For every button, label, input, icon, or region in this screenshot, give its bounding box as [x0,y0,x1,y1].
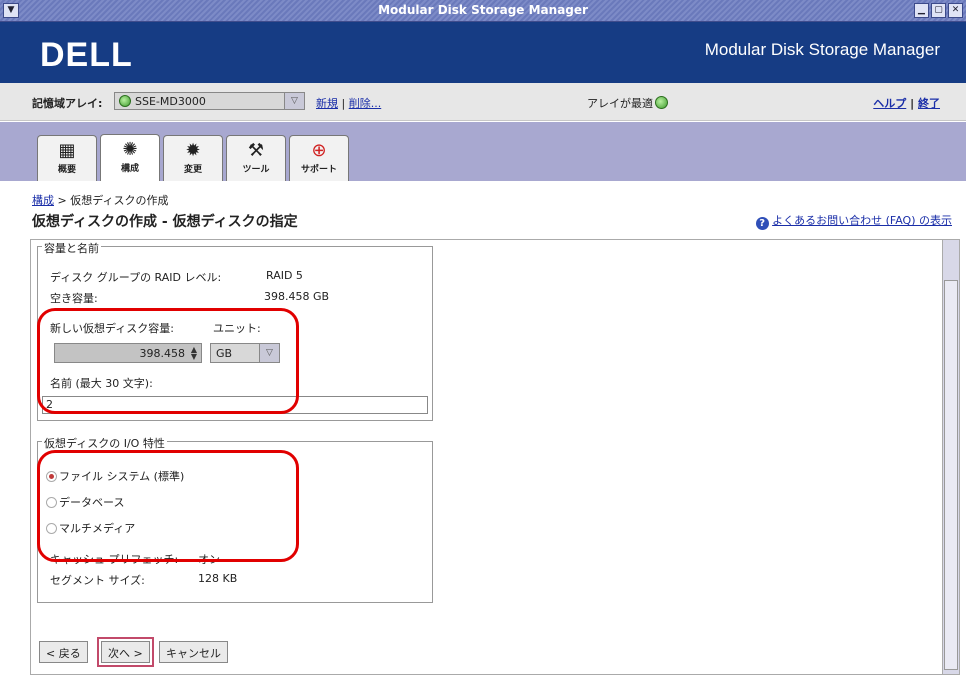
name-input[interactable]: 2 [42,396,428,414]
unit-select-value: GB [216,347,233,360]
next-button[interactable]: 次へ > [97,637,154,667]
new-array-link[interactable]: 新規 [316,97,338,110]
radio-unselected-icon [46,523,57,534]
tab-label: サポート [300,165,337,175]
cache-prefetch-label: キャッシュ プリフェッチ: [50,553,179,566]
raid-level-value: RAID 5 [266,269,303,282]
capacity-spinner[interactable]: 398.458 ▲ ▼ [54,343,202,363]
radio-label: データベース [59,496,125,509]
tab-configure[interactable]: ✺ 構成 [100,134,160,181]
tools-icon: ⚒ [247,140,265,161]
tab-summary[interactable]: ▦ 概要 [37,135,97,181]
capacity-name-group: 容量と名前 ディスク グループの RAID レベル: RAID 5 空き容量: … [37,240,433,421]
chevron-down-icon[interactable]: ▽ [259,344,279,362]
radio-database[interactable]: データベース [46,494,124,510]
window-titlebar: ▼ Modular Disk Storage Manager ▁ ▢ ✕ [0,0,966,22]
io-group-legend: 仮想ディスクの I/O 特性 [42,435,167,451]
radio-label: ファイル システム (標準) [59,470,185,483]
array-links: 新規 | 削除... [316,95,381,111]
wizard-content: 容量と名前 ディスク グループの RAID レベル: RAID 5 空き容量: … [30,239,960,675]
radio-label: マルチメディア [59,522,136,535]
radio-file-system[interactable]: ファイル システム (標準) [46,468,184,484]
page-title: 仮想ディスクの作成 - 仮想ディスクの指定 [32,214,298,230]
tab-label: 変更 [183,165,202,175]
optimal-status-icon [655,96,668,109]
configure-icon: ✺ [122,139,138,160]
help-icon[interactable]: ? [755,217,769,230]
array-status: アレイが最適 [587,95,668,111]
breadcrumb-current: 仮想ディスクの作成 [70,194,169,207]
breadcrumb-configure-link[interactable]: 構成 [32,194,54,207]
faq-link-container: ? よくあるお問い合わせ (FAQ) の表示 [755,212,952,230]
array-select[interactable]: SSE-MD3000 ▽ [114,92,305,110]
spinner-up-down-icon[interactable]: ▲ ▼ [189,346,199,361]
banner-title: Modular Disk Storage Manager [704,40,940,59]
close-icon[interactable]: ✕ [948,3,963,18]
vertical-scrollbar[interactable] [942,240,959,674]
chevron-down-icon[interactable]: ▽ [284,93,304,109]
capacity-value: 398.458 [139,347,186,360]
array-status-icon [119,95,131,107]
app-banner: DELL Modular Disk Storage Manager [0,22,966,83]
raid-level-label: ディスク グループの RAID レベル: [50,271,222,284]
tab-label: 構成 [120,164,139,174]
name-label: 名前 (最大 30 文字): [50,377,153,390]
breadcrumb-separator: > [57,194,67,207]
minimize-icon[interactable]: ▁ [914,3,929,18]
summary-icon: ▦ [58,140,76,161]
new-capacity-label: 新しい仮想ディスク容量: [50,322,174,335]
segment-size-label: セグメント サイズ: [50,574,145,587]
array-status-text: アレイが最適 [587,97,653,110]
help-links: ヘルプ | 終了 [873,95,940,111]
free-capacity-value: 398.458 GB [264,290,330,303]
array-label: 記憶域アレイ: [32,97,103,110]
link-separator: | [910,97,915,110]
tab-label: 概要 [57,165,76,175]
cancel-button[interactable]: キャンセル [159,641,228,663]
capacity-group-legend: 容量と名前 [42,240,101,256]
exit-link[interactable]: 終了 [918,97,940,110]
unit-select[interactable]: GB ▽ [210,343,280,363]
radio-multimedia[interactable]: マルチメディア [46,520,135,536]
tab-modify[interactable]: ✹ 変更 [163,135,223,181]
link-separator: | [341,97,346,110]
help-link[interactable]: ヘルプ [873,97,906,110]
breadcrumb: 構成 > 仮想ディスクの作成 [32,192,168,208]
tab-label: ツール [242,165,270,175]
tab-tools[interactable]: ⚒ ツール [226,135,286,181]
io-characteristics-group: 仮想ディスクの I/O 特性 ファイル システム (標準) データベース マルチ… [37,435,433,603]
dell-logo: DELL [40,36,133,74]
maximize-icon[interactable]: ▢ [931,3,946,18]
tab-support[interactable]: ⊕ サポート [289,135,349,181]
array-bar: 記憶域アレイ: SSE-MD3000 ▽ 新規 | 削除... アレイが最適 ヘ… [0,83,966,121]
radio-selected-icon [46,471,57,482]
window-title: Modular Disk Storage Manager [378,3,588,17]
cache-prefetch-value: オン [198,553,220,566]
unit-label: ユニット: [213,322,261,335]
faq-link[interactable]: よくあるお問い合わせ (FAQ) の表示 [772,214,952,227]
back-button[interactable]: < 戻る [39,641,88,663]
support-icon: ⊕ [311,140,327,161]
radio-unselected-icon [46,497,57,508]
free-capacity-label: 空き容量: [50,292,98,305]
remove-array-link[interactable]: 削除... [349,97,382,110]
scrollbar-thumb[interactable] [944,280,958,670]
modify-icon: ✹ [185,140,201,161]
tab-bar: ▦ 概要 ✺ 構成 ✹ 変更 ⚒ ツール ⊕ サポート [0,122,966,181]
array-select-value: SSE-MD3000 [135,95,206,108]
segment-size-value: 128 KB [198,572,238,585]
window-controls: ▁ ▢ ✕ [914,3,963,18]
